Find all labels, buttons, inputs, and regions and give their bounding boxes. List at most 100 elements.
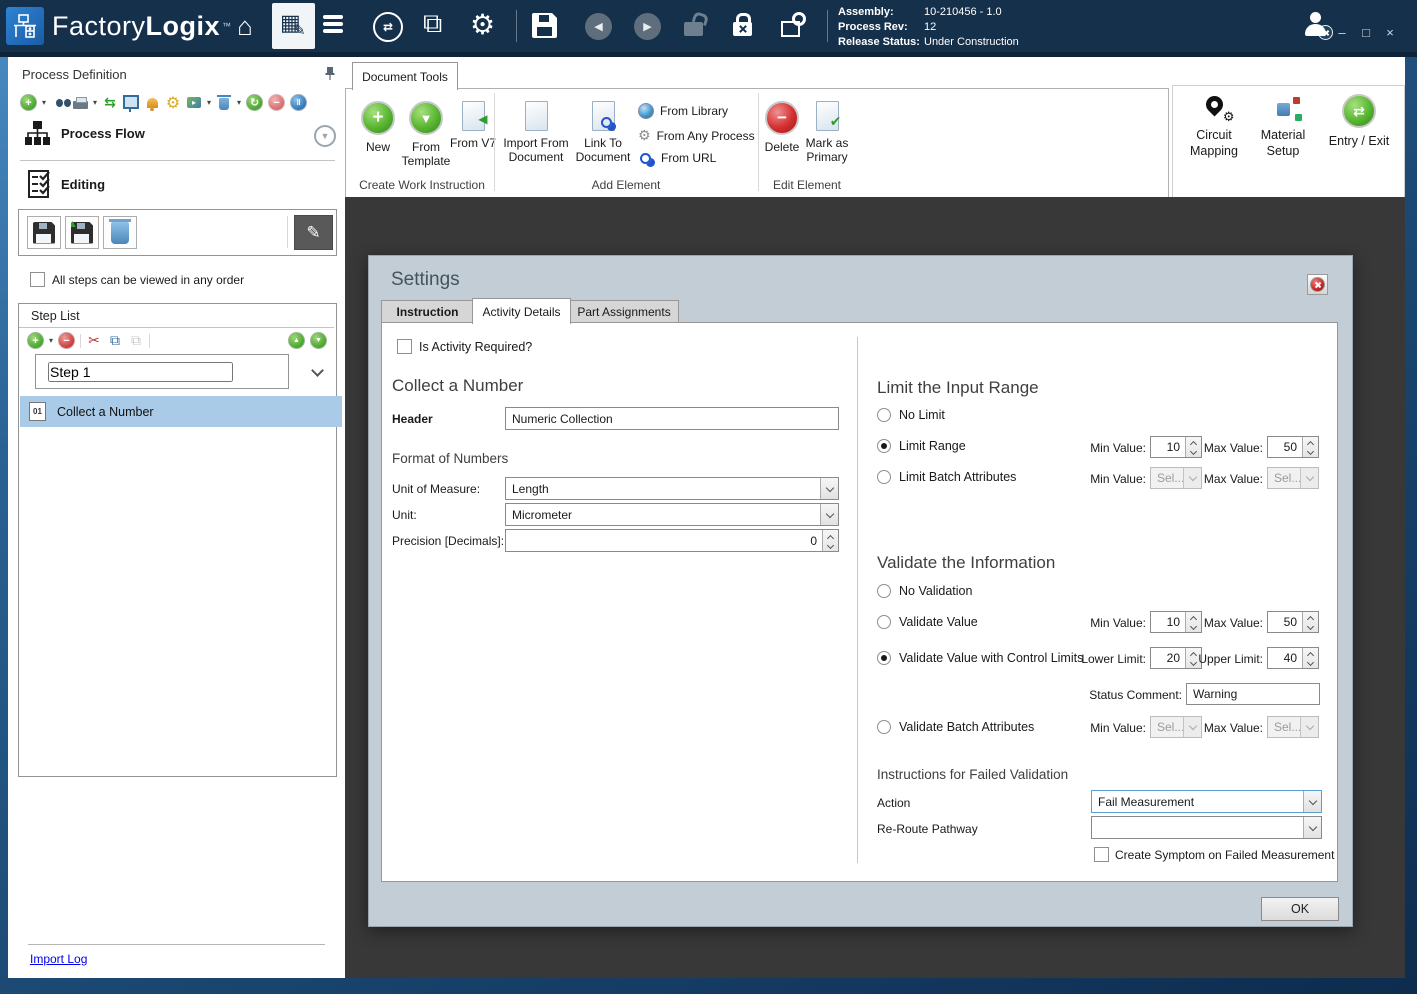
chevron-down-icon[interactable]	[1303, 791, 1321, 812]
material-setup-button[interactable]: Material Setup	[1251, 96, 1315, 159]
from-template-button[interactable]: ▼ From Template	[400, 101, 452, 168]
edit-mode-button[interactable]: ✎	[294, 215, 333, 250]
presentation-icon[interactable]	[123, 95, 139, 111]
validate-value-radio[interactable]	[877, 615, 891, 629]
status-comment-field[interactable]	[1186, 683, 1320, 705]
delete-caret-icon[interactable]: ▾	[237, 98, 241, 107]
tab-part-assignments[interactable]: Part Assignments	[569, 300, 679, 324]
import-log-link[interactable]: Import Log	[30, 952, 87, 966]
from-url-button[interactable]: From URL	[638, 151, 716, 165]
save-button[interactable]	[532, 13, 557, 38]
activity-required-option[interactable]: Is Activity Required?	[397, 339, 532, 354]
paste-icon[interactable]: ⧉	[128, 333, 144, 349]
delete-step-button[interactable]	[103, 216, 137, 249]
process-flow-item[interactable]: Process Flow	[24, 120, 145, 147]
lock-button[interactable]	[733, 22, 752, 36]
range-max-stepper[interactable]: 50	[1267, 436, 1319, 458]
find-icon[interactable]	[51, 95, 67, 111]
spinner-icon[interactable]	[1302, 612, 1318, 632]
print-caret-icon[interactable]: ▾	[93, 98, 97, 107]
no-limit-radio[interactable]	[877, 408, 891, 422]
dialog-close-button[interactable]	[1307, 274, 1328, 295]
print-icon[interactable]	[72, 95, 88, 111]
back-button[interactable]: ◀	[585, 13, 612, 40]
validate-control-radio[interactable]	[877, 651, 891, 665]
spinner-icon[interactable]	[1302, 437, 1318, 457]
process-definition-button[interactable]: ▦ ✎	[272, 3, 315, 49]
uom-select[interactable]: Length	[505, 477, 839, 500]
entry-exit-button[interactable]: ⇄ Entry / Exit	[1319, 94, 1399, 149]
tab-document-tools[interactable]: Document Tools	[352, 62, 458, 90]
from-any-process-button[interactable]: ⚙ From Any Process	[638, 127, 755, 144]
user-button[interactable]	[1302, 12, 1330, 38]
chevron-down-icon[interactable]	[820, 478, 838, 499]
step-name-input[interactable]	[48, 362, 233, 382]
alert-bell-icon[interactable]	[144, 95, 160, 111]
sync-button[interactable]: ⇄	[373, 12, 403, 42]
step-name-field[interactable]	[35, 354, 289, 389]
status-comment-input[interactable]	[1187, 687, 1319, 701]
from-library-button[interactable]: From Library	[638, 103, 728, 119]
no-limit-option[interactable]: No Limit	[877, 408, 945, 422]
limit-batch-radio[interactable]	[877, 470, 891, 484]
step-expand-chevron-icon[interactable]	[311, 364, 324, 377]
chevron-down-icon[interactable]	[1303, 817, 1321, 838]
validate-value-option[interactable]: Validate Value	[877, 615, 978, 629]
move-down-icon[interactable]: ▼	[310, 332, 327, 349]
validate-batch-radio[interactable]	[877, 720, 891, 734]
publish-caret-icon[interactable]: ▾	[207, 98, 211, 107]
editing-item[interactable]: Editing	[28, 170, 105, 199]
any-order-checkbox[interactable]	[30, 272, 45, 287]
new-button[interactable]: + New	[352, 101, 404, 154]
header-field[interactable]	[505, 407, 839, 430]
action-select[interactable]: Fail Measurement	[1091, 790, 1322, 813]
maximize-button[interactable]: □	[1358, 24, 1374, 40]
add-icon[interactable]: +	[20, 94, 37, 111]
process-gear-icon[interactable]: ⚙	[165, 95, 181, 111]
validate-batch-option[interactable]: Validate Batch Attributes	[877, 720, 1034, 734]
add-step-icon[interactable]: +	[27, 332, 44, 349]
spinner-icon[interactable]	[1302, 648, 1318, 668]
limit-batch-option[interactable]: Limit Batch Attributes	[877, 470, 1016, 484]
precision-stepper[interactable]: 0	[505, 529, 839, 552]
home-button[interactable]: ⌂	[228, 10, 262, 42]
close-button[interactable]: ×	[1382, 24, 1398, 40]
no-validation-radio[interactable]	[877, 584, 891, 598]
reroute-select[interactable]	[1091, 816, 1322, 839]
copy-icon[interactable]: ⧉	[107, 333, 123, 349]
ok-button[interactable]: OK	[1261, 897, 1339, 921]
step-activity-row[interactable]: 01 Collect a Number	[20, 396, 342, 427]
remove-step-icon[interactable]: −	[58, 332, 75, 349]
limit-range-option[interactable]: Limit Range	[877, 439, 966, 453]
any-order-option[interactable]: All steps can be viewed in any order	[30, 272, 244, 287]
release-check-button[interactable]	[781, 12, 800, 37]
create-symptom-option[interactable]: Create Symptom on Failed Measurement	[1094, 847, 1334, 862]
from-v7-button[interactable]: ◀ From V7	[448, 101, 498, 150]
minimize-button[interactable]: –	[1334, 24, 1350, 40]
production-button[interactable]	[323, 15, 343, 19]
unlock-button[interactable]	[684, 22, 703, 36]
unit-select[interactable]: Micrometer	[505, 503, 839, 526]
pin-panel-button[interactable]	[324, 66, 336, 86]
import-step-button[interactable]: ▲	[65, 216, 99, 249]
add-caret-icon[interactable]: ▾	[42, 98, 46, 107]
tab-activity-details[interactable]: Activity Details	[472, 298, 571, 324]
activity-required-checkbox[interactable]	[397, 339, 412, 354]
remove-icon[interactable]: −	[268, 94, 285, 111]
mark-as-primary-button[interactable]: ✔ Mark as Primary	[798, 101, 856, 164]
header-input[interactable]	[506, 412, 838, 426]
create-symptom-checkbox[interactable]	[1094, 847, 1109, 862]
reorganize-icon[interactable]: ⇆	[102, 95, 118, 111]
publish-icon[interactable]: ▸	[186, 95, 202, 111]
documents-button[interactable]: ⧉	[423, 8, 442, 40]
link-to-document-button[interactable]: Link To Document	[566, 101, 640, 164]
upper-limit-stepper[interactable]: 40	[1267, 647, 1319, 669]
tab-instruction[interactable]: Instruction	[381, 300, 474, 324]
spinner-icon[interactable]	[822, 530, 838, 551]
no-validation-option[interactable]: No Validation	[877, 584, 972, 598]
pause-icon[interactable]: ‖	[290, 94, 307, 111]
settings-button[interactable]: ⚙	[470, 8, 495, 41]
validate-max-stepper[interactable]: 50	[1267, 611, 1319, 633]
refresh-icon[interactable]: ↻	[246, 94, 263, 111]
collapse-button[interactable]: ▼	[314, 125, 336, 147]
